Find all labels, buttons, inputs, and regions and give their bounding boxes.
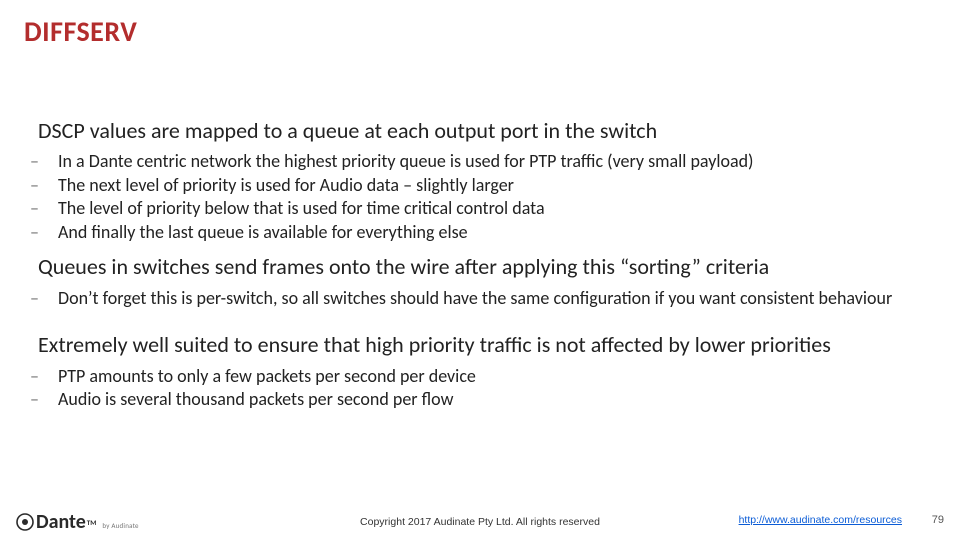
sub-text: The level of priority below that is used… (58, 197, 545, 219)
section-sub: –The level of priority below that is use… (44, 197, 928, 220)
resources-link[interactable]: http://www.audinate.com/resources (739, 514, 902, 526)
sub-text: Don’t forget this is per-switch, so all … (58, 287, 892, 309)
sub-text: The next level of priority is used for A… (58, 174, 514, 196)
section-sub: –Audio is several thousand packets per s… (44, 388, 928, 411)
slide-title: DIFFSERV (24, 14, 137, 49)
page-number: 79 (932, 514, 944, 526)
section-lead: DSCP values are mapped to a queue at eac… (38, 118, 928, 144)
sub-text: In a Dante centric network the highest p… (58, 150, 754, 172)
sub-text: PTP amounts to only a few packets per se… (58, 365, 476, 387)
section-sub: –The next level of priority is used for … (44, 174, 928, 197)
slide: DIFFSERV DSCP values are mapped to a que… (0, 0, 960, 540)
section-sub: –PTP amounts to only a few packets per s… (44, 365, 928, 388)
section-lead: Extremely well suited to ensure that hig… (38, 332, 928, 358)
slide-body: DSCP values are mapped to a queue at eac… (38, 118, 928, 412)
section-sub: –And finally the last queue is available… (44, 221, 928, 244)
sub-text: Audio is several thousand packets per se… (58, 388, 453, 410)
section-sub: –Don’t forget this is per-switch, so all… (44, 287, 928, 310)
section-sub: –In a Dante centric network the highest … (44, 150, 928, 173)
section-lead: Queues in switches send frames onto the … (38, 254, 928, 280)
footer: DanteTM by Audinate Copyright 2017 Audin… (0, 504, 960, 534)
sub-text: And finally the last queue is available … (58, 221, 468, 243)
